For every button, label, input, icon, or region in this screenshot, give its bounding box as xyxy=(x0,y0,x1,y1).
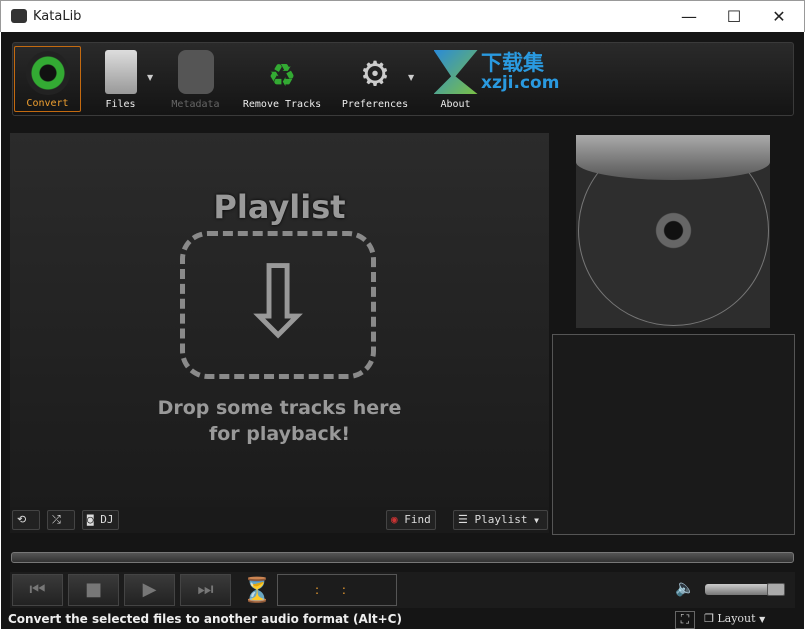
files-button[interactable]: Files xyxy=(93,46,148,112)
dj-button[interactable]: ◙ DJ xyxy=(82,510,119,530)
chevron-down-icon: ▼ xyxy=(759,615,766,624)
playlist-title: Playlist xyxy=(213,188,346,226)
maximize-button[interactable]: ☐ xyxy=(714,5,754,29)
title-bar: KataLib — ☐ ✕ xyxy=(0,0,805,32)
remove-tracks-button[interactable]: ♻ Remove Tracks xyxy=(241,46,323,112)
dj-icon: ◙ xyxy=(87,513,101,526)
about-icon xyxy=(433,50,478,94)
album-art xyxy=(576,135,770,328)
repeat-icon: ⟲ xyxy=(17,513,27,526)
list-icon: ☰ xyxy=(458,513,475,526)
metronome-icon[interactable]: ⏳ xyxy=(242,576,272,604)
seek-bar[interactable] xyxy=(11,552,794,563)
shuffle-icon: ⤮ xyxy=(52,513,61,526)
status-text: Convert the selected files to another au… xyxy=(8,612,402,626)
chevron-down-icon: ▼ xyxy=(534,516,539,525)
gear-icon: ⚙ xyxy=(362,47,388,96)
app-icon xyxy=(11,9,27,23)
next-button[interactable]: ⏭ xyxy=(180,574,231,606)
find-icon: ◉ xyxy=(391,513,405,526)
close-button[interactable]: ✕ xyxy=(759,5,799,29)
watermark-logo: 下载集 xzji.com xyxy=(481,51,560,93)
about-button[interactable]: About xyxy=(428,46,483,112)
volume-knob[interactable] xyxy=(767,583,785,596)
fullscreen-button[interactable]: ⛶ xyxy=(675,611,695,629)
track-info-panel xyxy=(552,334,795,535)
player-controls: ⏮ ■ ▶ ⏭ ⏳ : : 🔈 xyxy=(10,572,795,608)
recycle-icon: ♻ xyxy=(269,47,295,96)
layout-button[interactable]: ❐ Layout ▼ xyxy=(704,612,765,625)
previous-button[interactable]: ⏮ xyxy=(12,574,63,606)
preferences-dropdown-arrow[interactable]: ▼ xyxy=(408,73,414,82)
drop-hint: Drop some tracks here for playback! xyxy=(157,397,402,445)
main-window: Convert Files ▼ Metadata ♻ Remove Tracks… xyxy=(1,32,804,629)
playlist-dropdown[interactable]: ☰ Playlist ▼ xyxy=(453,510,548,530)
down-arrow-icon: ⇩ xyxy=(236,243,320,360)
volume-slider[interactable] xyxy=(705,583,785,596)
stop-button[interactable]: ■ xyxy=(68,574,119,606)
find-button[interactable]: ◉ Find xyxy=(386,510,436,530)
layout-icon: ❐ xyxy=(704,612,718,625)
drop-box: ⇩ xyxy=(180,231,376,379)
time-display: : : xyxy=(277,574,397,606)
repeat-button[interactable]: ⟲ xyxy=(12,510,40,530)
database-search-icon xyxy=(177,50,214,94)
volume-icon[interactable]: 🔈 xyxy=(675,578,695,597)
shuffle-button[interactable]: ⤮ xyxy=(47,510,75,530)
convert-button[interactable]: Convert xyxy=(14,46,81,112)
files-dropdown-arrow[interactable]: ▼ xyxy=(147,73,153,82)
minimize-button[interactable]: — xyxy=(669,5,709,29)
playlist-drop-area[interactable]: Playlist ⇩ Drop some tracks here for pla… xyxy=(10,133,549,507)
toolbar: Convert Files ▼ Metadata ♻ Remove Tracks… xyxy=(12,42,794,116)
metadata-button[interactable]: Metadata xyxy=(163,46,228,112)
preferences-button[interactable]: ⚙ Preferences xyxy=(339,46,411,112)
playlist-toolbar: ⟲ ⤮ ◙ DJ ◉ Find ☰ Playlist ▼ xyxy=(10,507,549,533)
window-title: KataLib xyxy=(33,9,82,24)
files-icon xyxy=(104,50,137,94)
play-button[interactable]: ▶ xyxy=(124,574,175,606)
convert-icon xyxy=(25,51,70,95)
